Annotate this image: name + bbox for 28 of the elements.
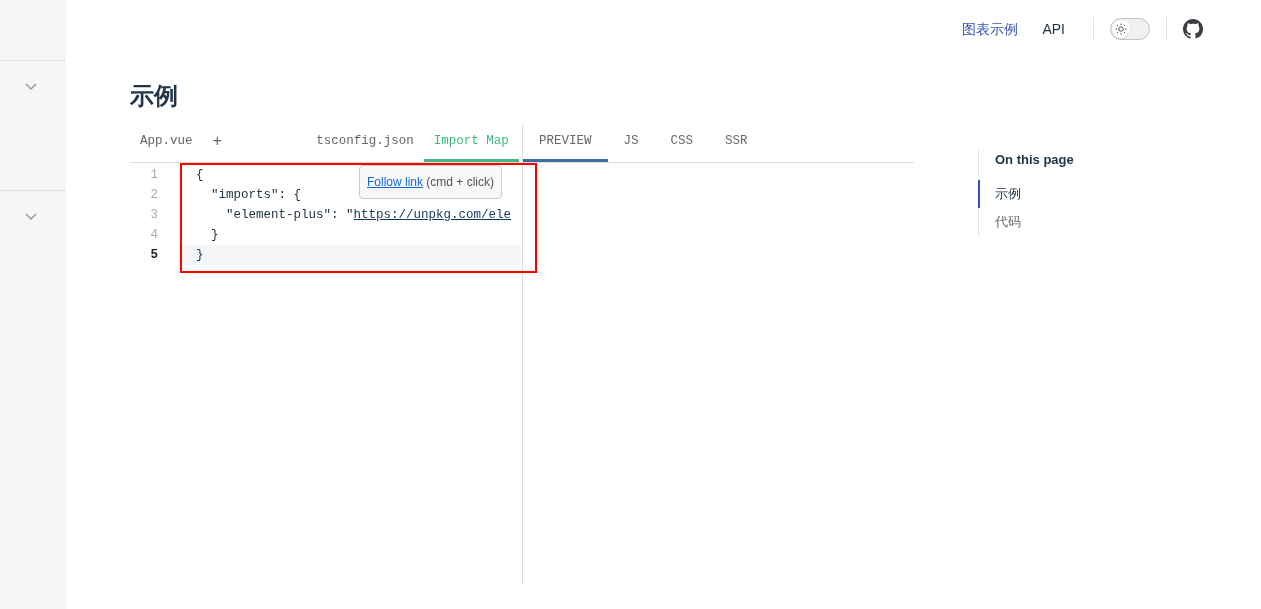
output-tab[interactable]: PREVIEW xyxy=(523,124,608,162)
code-line: } xyxy=(195,246,204,264)
toc-title: On this page xyxy=(995,151,1075,169)
page-heading: 示例 xyxy=(130,82,179,111)
toc-link[interactable]: 示例 xyxy=(978,179,1208,208)
line-number: 4 xyxy=(149,226,159,244)
code-line: { xyxy=(195,166,204,184)
github-icon[interactable] xyxy=(1183,19,1203,39)
nav-link[interactable]: 图表示例 xyxy=(950,18,1031,40)
output-tab[interactable]: SSR xyxy=(709,124,764,162)
follow-link[interactable]: Follow link xyxy=(367,174,423,189)
file-tab[interactable]: tsconfig.json xyxy=(306,124,424,162)
tooltip-hint: (cmd + click) xyxy=(425,174,495,189)
theme-switch[interactable] xyxy=(1110,18,1150,40)
nav-link[interactable]: API xyxy=(1030,18,1077,40)
code-line: } xyxy=(210,226,219,244)
output-tab[interactable]: JS xyxy=(607,124,655,162)
add-file-button[interactable]: + xyxy=(202,124,233,162)
line-number: 3 xyxy=(149,206,159,224)
code-line: "element-plus": "https://unpkg.com/ele xyxy=(225,206,512,224)
line-number: 2 xyxy=(149,186,159,204)
code-line: "imports": { xyxy=(210,186,302,204)
sun-icon xyxy=(1115,23,1127,35)
output-tab[interactable]: CSS xyxy=(654,124,710,162)
file-tab[interactable]: App.vue xyxy=(130,124,203,162)
toc-link[interactable]: 代码 xyxy=(978,207,1208,236)
line-number: 5 xyxy=(149,246,159,264)
line-number: 1 xyxy=(149,166,159,184)
